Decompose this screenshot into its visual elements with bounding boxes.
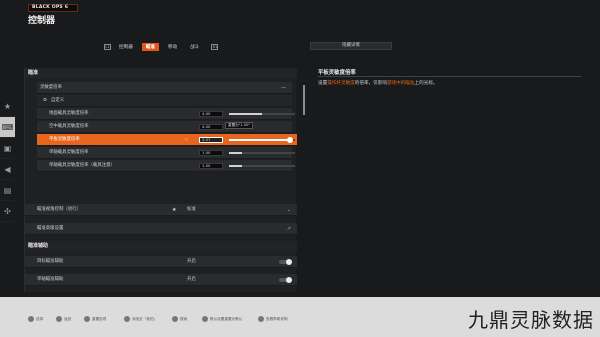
- settings-panel: 瞄准 灵敏度倍率 — ⚙ 自定义 地面载具灵敏度倍率 4.00 空中载具灵敏度倍…: [24, 68, 297, 292]
- sensitivity-slider[interactable]: [229, 152, 295, 154]
- hint-label: 重置选项: [92, 316, 107, 321]
- hint-reset[interactable]: 重置选项: [84, 316, 106, 322]
- option-value: 开启: [187, 277, 196, 282]
- hint-label: 查看帮助说明: [266, 316, 288, 321]
- slider-knob[interactable]: [287, 137, 293, 143]
- reset-tooltip: 重置为"1.00": [225, 122, 254, 129]
- setting-label: 瞄准视角控制（进行）: [37, 207, 81, 212]
- desc-highlight: 操作杆灵敏度: [327, 81, 355, 86]
- button-icon: [202, 316, 208, 322]
- option-value: 标准: [187, 207, 196, 212]
- button-icon: [172, 316, 178, 322]
- group-label: 灵敏度倍率: [40, 85, 62, 90]
- star-icon[interactable]: ★: [0, 96, 15, 117]
- setting-row[interactable]: 目标瞄准辅助 开启: [25, 256, 297, 268]
- desc-highlight: 游戏中的瞄准: [386, 81, 415, 86]
- setting-row[interactable]: 瞄准视角控制（进行） ★ 标准 ⌄: [25, 204, 297, 216]
- button-icon: [258, 316, 264, 322]
- sensitivity-slider[interactable]: [229, 165, 295, 167]
- value-field[interactable]: 4.00: [199, 111, 223, 117]
- info-divider: [318, 76, 582, 77]
- network-icon[interactable]: ✣: [0, 201, 15, 222]
- desc-text: 设置: [318, 81, 328, 86]
- value-field[interactable]: 1.00: [199, 150, 223, 156]
- button-icon: [84, 316, 90, 322]
- chevron-down-icon: ⌄: [286, 207, 291, 213]
- tab-bar: L1 控制器 瞄准 移动 战斗 R1: [104, 43, 219, 51]
- setting-label: 目标瞄准辅助: [37, 259, 64, 264]
- setting-row[interactable]: 瞄准高级设置 ↗: [25, 223, 297, 235]
- setting-row[interactable]: 地面载具灵敏度倍率 4.00: [37, 108, 295, 120]
- scrollbar[interactable]: [303, 85, 305, 115]
- option-value: 开启: [187, 259, 196, 264]
- interface-icon[interactable]: ▤: [0, 180, 15, 201]
- setting-label: 地面载具灵敏度倍率: [49, 111, 89, 116]
- button-icon: [124, 316, 130, 322]
- tab-movement[interactable]: 移动: [164, 43, 181, 51]
- tab-next-key[interactable]: R1: [211, 44, 219, 50]
- tab-controller[interactable]: 控制器: [115, 43, 137, 51]
- favorite-icon[interactable]: ☆: [184, 134, 188, 146]
- setting-label: 瞄准高级设置: [37, 226, 64, 231]
- setting-row-selected[interactable]: 平板灵敏度倍率 ☆ 3.57: [37, 134, 297, 146]
- sensitivity-slider[interactable]: [229, 113, 295, 115]
- info-description: 设置操作杆灵敏度的倍率，仅影响游戏中的瞄准上的光标。: [318, 80, 438, 86]
- setting-row[interactable]: 单轴载具灵敏度倍率 1.00: [37, 147, 295, 159]
- hint-back[interactable]: 返回: [56, 316, 71, 322]
- hint-label: 选择: [36, 316, 44, 321]
- hint-label: 返回: [64, 316, 72, 321]
- section-aim: 瞄准: [25, 68, 297, 78]
- desc-text: 的倍率，仅影响: [354, 81, 387, 86]
- sidebar: ★ ⌨ ▣ ◀ ▤ ✣: [0, 96, 15, 222]
- value-field[interactable]: 1.00: [199, 163, 223, 169]
- gear-icon: ⚙: [43, 98, 47, 103]
- button-icon: [28, 316, 34, 322]
- game-logo: BLACK OPS 6: [28, 4, 78, 12]
- section-aim-assist: 瞄准辅助: [25, 241, 297, 251]
- setting-label: 空中载具灵敏度倍率: [49, 124, 89, 129]
- hint-label: 默认设置重置为默认: [210, 316, 243, 321]
- tab-aim[interactable]: 瞄准: [141, 43, 159, 51]
- custom-label: 自定义: [51, 98, 65, 103]
- sensitivity-group-header[interactable]: 灵敏度倍率 —: [37, 82, 292, 94]
- favorite-icon[interactable]: ★: [172, 204, 176, 216]
- hint-label: 添加至「我的」: [132, 316, 158, 321]
- tab-combat[interactable]: 战斗: [186, 43, 203, 51]
- hint-select[interactable]: 选择: [28, 316, 43, 322]
- toggle-switch[interactable]: [279, 259, 292, 265]
- info-title: 平板灵敏度倍率: [318, 70, 356, 76]
- setting-label: 单轴载具灵敏度倍率（载具注意）: [49, 163, 115, 168]
- hint-favorite[interactable]: 添加至「我的」: [124, 316, 157, 322]
- custom-header: ⚙ 自定义: [37, 95, 292, 107]
- collapse-icon: —: [281, 85, 286, 91]
- hint-label: 搜索: [180, 316, 188, 321]
- monitor-icon[interactable]: ▣: [0, 138, 15, 159]
- page-title: 控制器: [28, 16, 56, 26]
- external-link-icon: ↗: [286, 226, 291, 232]
- button-icon: [56, 316, 62, 322]
- setting-label: 单轴瞄准辅助: [37, 277, 64, 282]
- hint-default[interactable]: 默认设置重置为默认: [202, 316, 242, 322]
- speaker-icon[interactable]: ◀: [0, 159, 15, 180]
- controller-icon[interactable]: ⌨: [0, 117, 15, 138]
- hint-search[interactable]: 搜索: [172, 316, 187, 322]
- desc-text: 上的光标。: [414, 81, 438, 86]
- sensitivity-slider[interactable]: [229, 137, 295, 143]
- hint-help[interactable]: 查看帮助说明: [258, 316, 288, 322]
- setting-label: 平板灵敏度倍率: [49, 137, 80, 142]
- hide-details-button[interactable]: 隐藏详情: [310, 42, 392, 50]
- watermark: 九鼎灵脉数据: [468, 308, 594, 332]
- tab-prev-key[interactable]: L1: [104, 44, 111, 50]
- setting-label: 单轴载具灵敏度倍率: [49, 150, 89, 155]
- value-field[interactable]: 4.00: [199, 124, 223, 130]
- toggle-switch[interactable]: [279, 277, 292, 283]
- setting-row[interactable]: 空中载具灵敏度倍率 4.00 重置为"1.00": [37, 121, 292, 133]
- setting-row[interactable]: 单轴载具灵敏度倍率（载具注意） 1.00: [37, 160, 295, 172]
- setting-row[interactable]: 单轴瞄准辅助 开启: [25, 274, 297, 286]
- value-field[interactable]: 3.57: [199, 137, 223, 143]
